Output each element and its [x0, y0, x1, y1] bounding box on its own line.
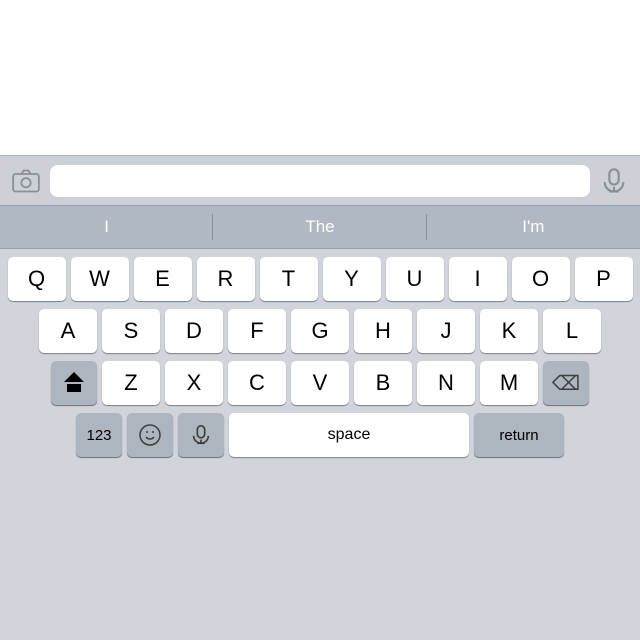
key-p[interactable]: P: [575, 257, 633, 301]
key-d[interactable]: D: [165, 309, 223, 353]
key-e[interactable]: E: [134, 257, 192, 301]
suggestion-the[interactable]: The: [213, 206, 426, 248]
key-h[interactable]: H: [354, 309, 412, 353]
key-b[interactable]: B: [354, 361, 412, 405]
key-w[interactable]: W: [71, 257, 129, 301]
suggestions-bar: I The I'm: [0, 205, 640, 249]
key-y[interactable]: Y: [323, 257, 381, 301]
microphone-icon[interactable]: [600, 167, 628, 195]
top-area: [0, 0, 640, 155]
key-o[interactable]: O: [512, 257, 570, 301]
space-key[interactable]: space: [229, 413, 469, 457]
key-g[interactable]: G: [291, 309, 349, 353]
key-q[interactable]: Q: [8, 257, 66, 301]
key-m[interactable]: M: [480, 361, 538, 405]
camera-icon[interactable]: [12, 167, 40, 195]
key-f[interactable]: F: [228, 309, 286, 353]
key-k[interactable]: K: [480, 309, 538, 353]
key-t[interactable]: T: [260, 257, 318, 301]
suggestion-im[interactable]: I'm: [427, 206, 640, 248]
toolbar: [0, 155, 640, 205]
key-x[interactable]: X: [165, 361, 223, 405]
dictation-key[interactable]: [178, 413, 224, 457]
key-r[interactable]: R: [197, 257, 255, 301]
key-a[interactable]: A: [39, 309, 97, 353]
key-l[interactable]: L: [543, 309, 601, 353]
keyboard-row-1: Q W E R T Y U I O P: [3, 257, 637, 301]
shift-key[interactable]: [51, 361, 97, 405]
keyboard: Q W E R T Y U I O P A S D F G H J K L Z …: [0, 249, 640, 469]
key-u[interactable]: U: [386, 257, 444, 301]
emoji-key[interactable]: [127, 413, 173, 457]
numbers-key[interactable]: 123: [76, 413, 122, 457]
return-key[interactable]: return: [474, 413, 564, 457]
key-s[interactable]: S: [102, 309, 160, 353]
keyboard-row-3: Z X C V B N M ⌫: [3, 361, 637, 405]
delete-key[interactable]: ⌫: [543, 361, 589, 405]
keyboard-row-4: 123 space return: [3, 413, 637, 457]
suggestion-i[interactable]: I: [0, 206, 213, 248]
keyboard-row-2: A S D F G H J K L: [3, 309, 637, 353]
key-v[interactable]: V: [291, 361, 349, 405]
key-c[interactable]: C: [228, 361, 286, 405]
key-i[interactable]: I: [449, 257, 507, 301]
key-j[interactable]: J: [417, 309, 475, 353]
key-z[interactable]: Z: [102, 361, 160, 405]
search-input[interactable]: [50, 165, 590, 197]
key-n[interactable]: N: [417, 361, 475, 405]
